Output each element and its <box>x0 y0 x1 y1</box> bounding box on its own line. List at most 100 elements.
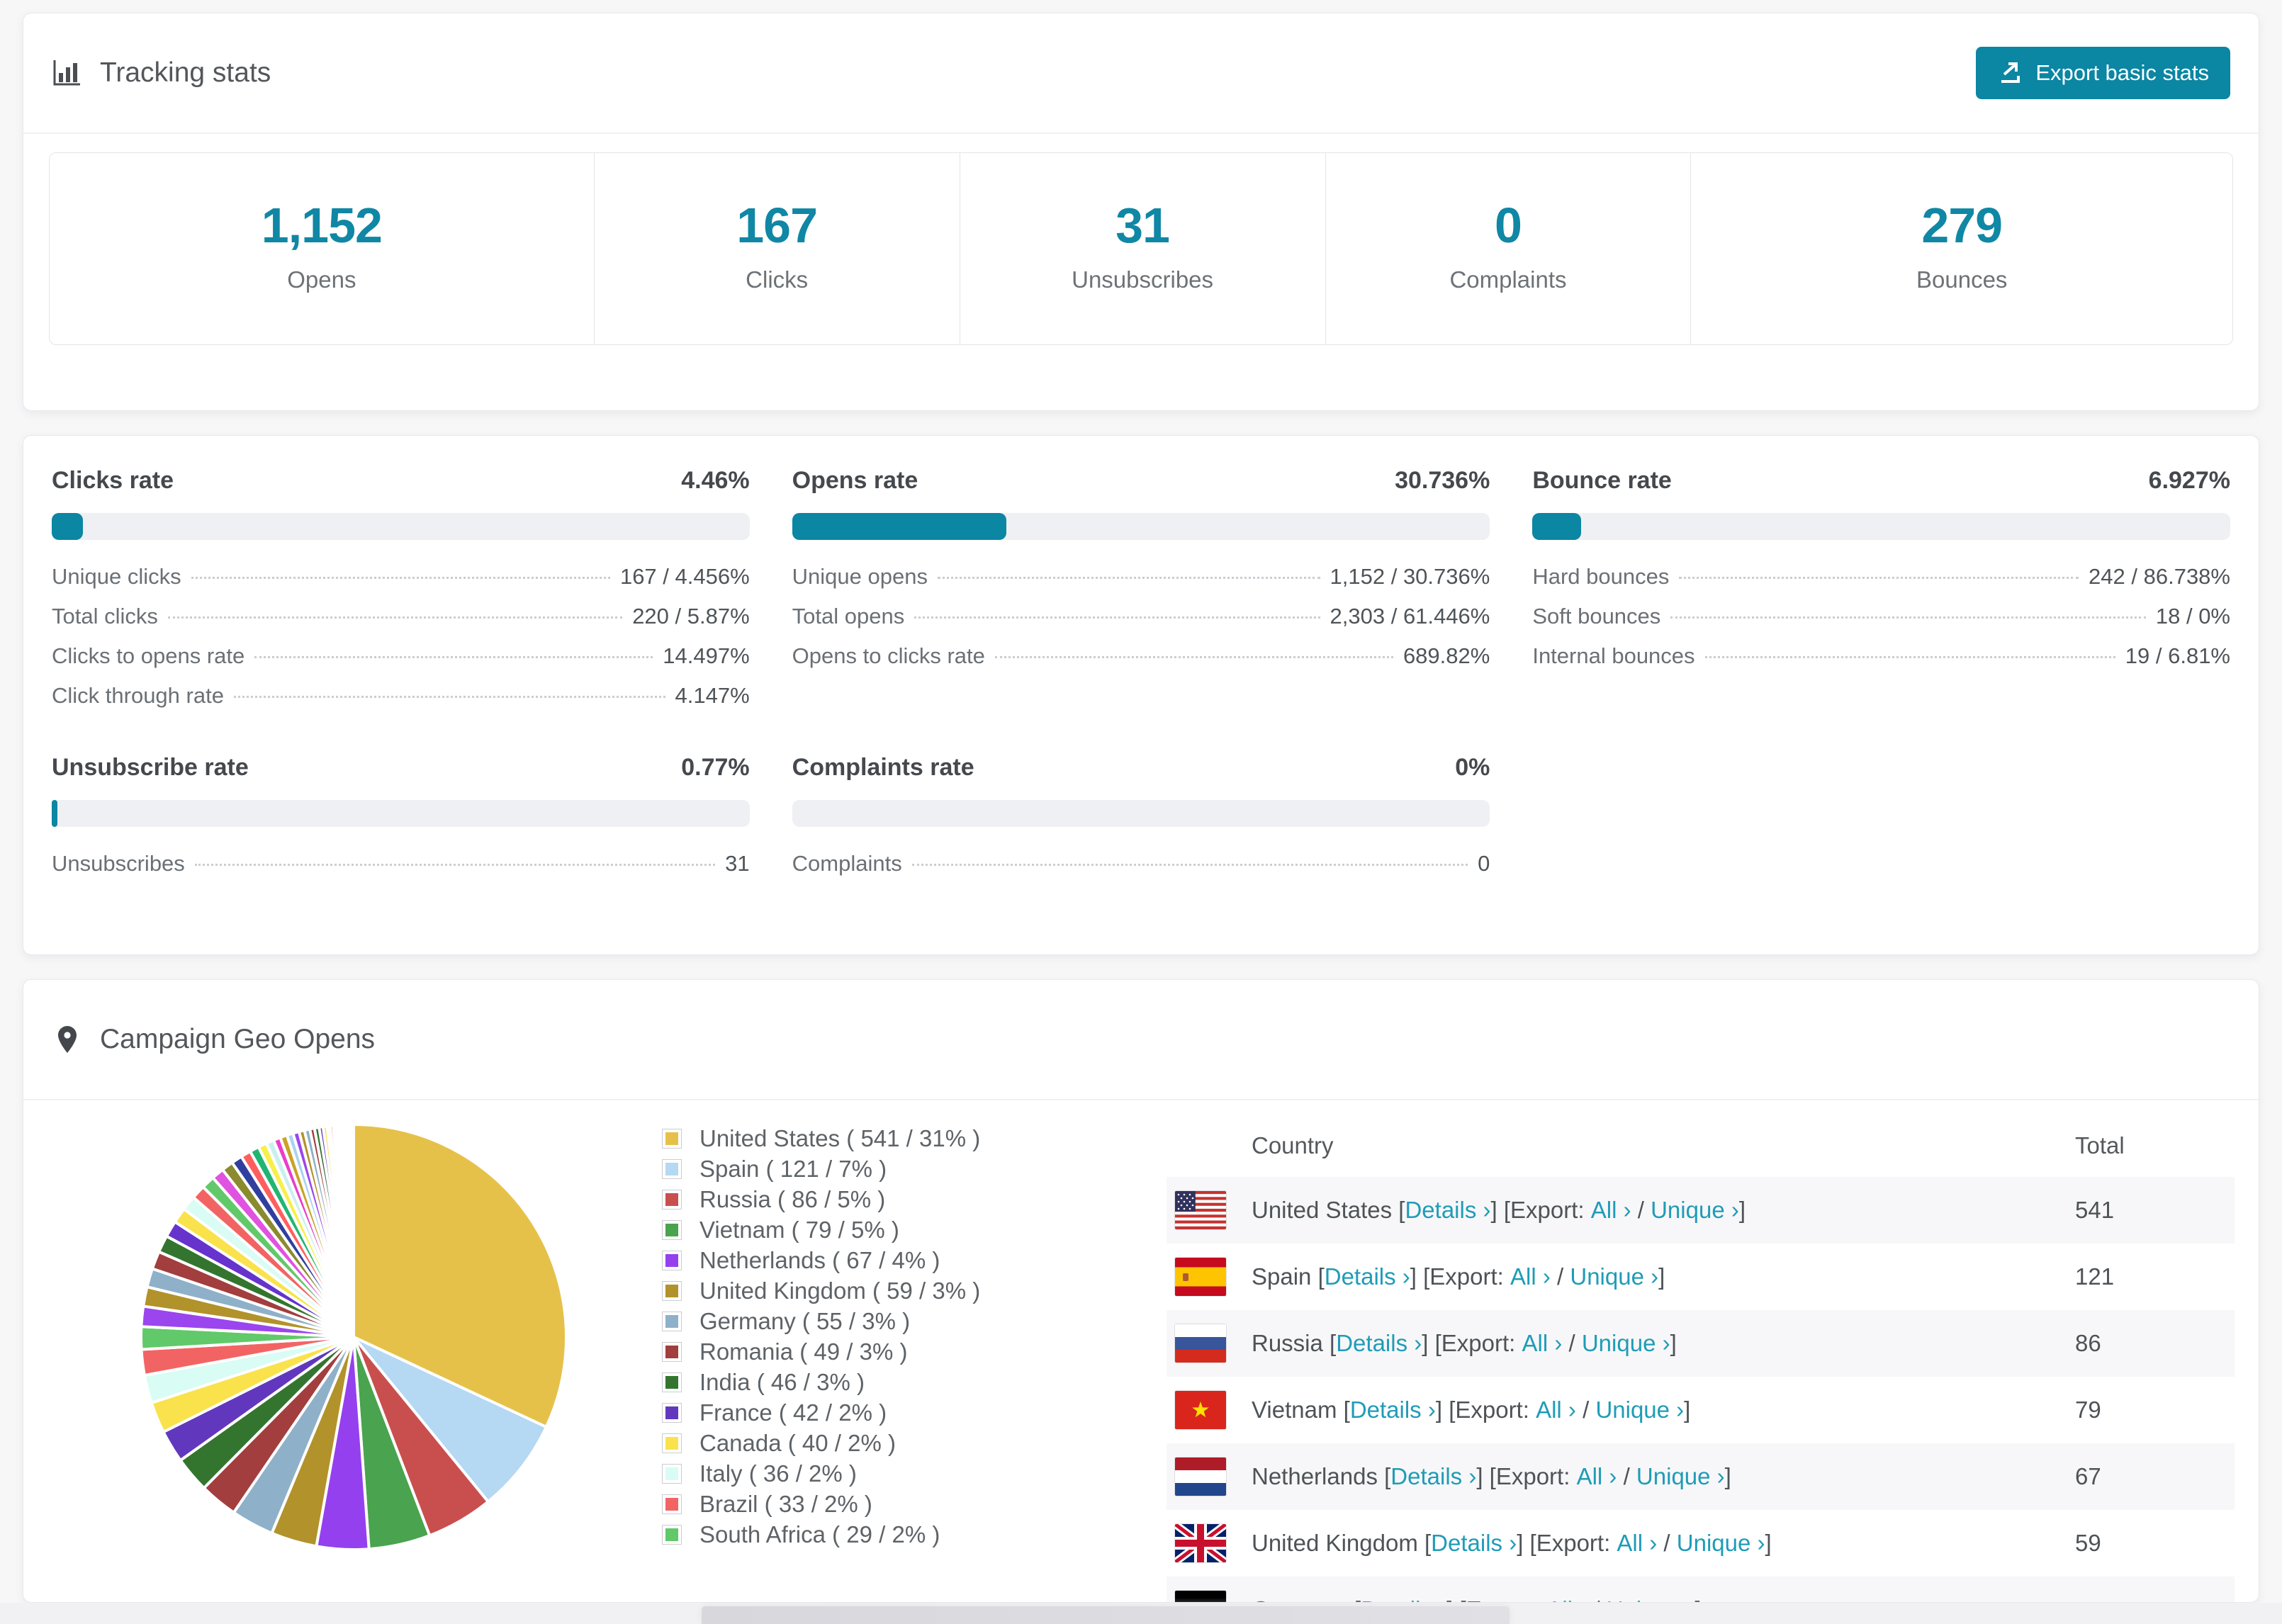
details-link[interactable]: Details › <box>1431 1530 1517 1557</box>
stat-row: Opens to clicks rate 689.82% <box>792 643 1490 683</box>
legend-label: United States ( 541 / 31% ) <box>699 1124 981 1151</box>
stat-label: Opens <box>287 266 356 293</box>
rate-block-clicks: Clicks rate 4.46% Unique clicks 167 / 4.4… <box>52 467 750 723</box>
legend-item[interactable]: Russia ( 86 / 5% ) <box>660 1184 980 1214</box>
legend-label: South Africa ( 29 / 2% ) <box>699 1521 940 1547</box>
rate-block-opens: Opens rate 30.736% Unique opens 1,152 / 3… <box>792 467 1490 723</box>
export-all-link[interactable]: All › <box>1522 1330 1562 1357</box>
export-unique-link[interactable]: Unique › <box>1607 1596 1695 1602</box>
details-link[interactable]: Details › <box>1350 1397 1436 1423</box>
dotted-leader <box>1679 577 2079 579</box>
row-label: Click through rate <box>52 683 224 708</box>
stat-row: Soft bounces 18 / 0% <box>1532 604 2230 643</box>
export-unique-link[interactable]: Unique › <box>1570 1263 1658 1290</box>
legend-swatch <box>662 1494 682 1514</box>
details-link[interactable]: Details › <box>1390 1463 1476 1490</box>
legend-item[interactable]: Canada ( 40 / 2% ) <box>660 1428 980 1458</box>
geo-pie-chart[interactable] <box>135 1119 572 1555</box>
progress-bar <box>792 513 1490 540</box>
tracking-card-header: Tracking stats Export basic stats <box>23 13 2259 134</box>
export-unique-link[interactable]: Unique › <box>1582 1330 1670 1357</box>
legend-item[interactable]: United Kingdom ( 59 / 3% ) <box>660 1275 980 1306</box>
legend-swatch <box>662 1280 682 1301</box>
legend-item[interactable]: India ( 46 / 3% ) <box>660 1367 980 1397</box>
rate-block-unsubscribe: Unsubscribe rate 0.77% Unsubscribes 31 <box>52 754 750 891</box>
export-unique-link[interactable]: Unique › <box>1677 1530 1765 1557</box>
dotted-leader <box>1670 616 2146 619</box>
details-link[interactable]: Details › <box>1325 1263 1410 1290</box>
progress-bar <box>1532 513 2230 540</box>
table-row-spain: Spain [Details ›] [Export: All › / Uniqu… <box>1167 1244 2235 1310</box>
row-value: 19 / 6.81% <box>2125 643 2230 668</box>
legend-item[interactable]: Italy ( 36 / 2% ) <box>660 1458 980 1489</box>
legend-label: Canada ( 40 / 2% ) <box>699 1429 896 1456</box>
row-label: Internal bounces <box>1532 643 1695 668</box>
dotted-leader <box>911 864 1468 866</box>
export-unique-link[interactable]: Unique › <box>1651 1197 1739 1224</box>
details-link[interactable]: Details › <box>1405 1197 1490 1224</box>
row-value: 689.82% <box>1403 643 1490 668</box>
pie-slice[interactable] <box>351 1122 355 1338</box>
page-title: Tracking stats <box>100 57 271 88</box>
dotted-leader <box>191 577 610 579</box>
rates-grid: Clicks rate 4.46% Unique clicks 167 / 4.4… <box>23 436 2259 891</box>
export-all-link[interactable]: All › <box>1577 1463 1617 1490</box>
row-label: Opens to clicks rate <box>792 643 985 668</box>
row-value: 1,152 / 30.736% <box>1330 564 1490 589</box>
row-value: 2,303 / 61.446% <box>1330 604 1490 628</box>
export-basic-stats-button[interactable]: Export basic stats <box>1976 47 2230 99</box>
export-all-link[interactable]: All › <box>1536 1397 1576 1423</box>
export-unique-link[interactable]: Unique › <box>1636 1463 1725 1490</box>
export-all-link[interactable]: All › <box>1546 1596 1587 1602</box>
legend-item[interactable]: Vietnam ( 79 / 5% ) <box>660 1214 980 1245</box>
stat-row: Unique opens 1,152 / 30.736% <box>792 564 1490 604</box>
stat-row: Complaints 0 <box>792 851 1490 891</box>
legend-label: India ( 46 / 3% ) <box>699 1368 865 1395</box>
rates-card: Clicks rate 4.46% Unique clicks 167 / 4.4… <box>23 435 2259 955</box>
row-label: Soft bounces <box>1532 604 1661 628</box>
dotted-leader <box>254 656 653 658</box>
legend-swatch <box>662 1189 682 1209</box>
flag-de-icon <box>1175 1591 1226 1602</box>
legend-label: Romania ( 49 / 3% ) <box>699 1338 908 1365</box>
legend-item[interactable]: Spain ( 121 / 7% ) <box>660 1154 980 1184</box>
legend-item[interactable]: Netherlands ( 67 / 4% ) <box>660 1245 980 1275</box>
stat-value: 167 <box>736 198 818 253</box>
legend-label: Vietnam ( 79 / 5% ) <box>699 1216 899 1243</box>
dotted-leader <box>167 616 623 619</box>
table-row-united-states: United States [Details ›] [Export: All ›… <box>1167 1177 2235 1244</box>
progress-fill <box>1532 513 1581 540</box>
legend-item[interactable]: Brazil ( 33 / 2% ) <box>660 1489 980 1519</box>
progress-bar <box>792 800 1490 827</box>
legend-item[interactable]: United States ( 541 / 31% ) <box>660 1123 980 1154</box>
export-all-link[interactable]: All › <box>1510 1263 1551 1290</box>
tracking-stats-card: Tracking stats Export basic stats 1,152 … <box>23 13 2259 411</box>
export-unique-link[interactable]: Unique › <box>1595 1397 1684 1423</box>
export-icon <box>2001 62 2020 83</box>
legend-swatch <box>662 1311 682 1331</box>
stats-grid: 1,152 Opens 167 Clicks 31 Unsubscribes 0… <box>49 152 2233 345</box>
stat-value: 31 <box>1115 198 1170 253</box>
legend-item[interactable]: Romania ( 49 / 3% ) <box>660 1336 980 1367</box>
row-value: 14.497% <box>663 643 750 668</box>
rate-title: Complaints rate <box>792 754 974 781</box>
legend-swatch <box>662 1158 682 1179</box>
export-all-link[interactable]: All › <box>1591 1197 1631 1224</box>
stat-row: Click through rate 4.147% <box>52 683 750 723</box>
legend-label: Spain ( 121 / 7% ) <box>699 1155 887 1182</box>
details-link[interactable]: Details › <box>1361 1596 1446 1602</box>
stat-box-unsubscribes: 31 Unsubscribes <box>960 153 1326 344</box>
legend-item[interactable]: France ( 42 / 2% ) <box>660 1397 980 1428</box>
export-all-link[interactable]: All › <box>1617 1530 1657 1557</box>
details-link[interactable]: Details › <box>1336 1330 1422 1357</box>
country-name: United States <box>1252 1197 1393 1223</box>
legend-swatch <box>662 1372 682 1392</box>
legend-item[interactable]: Germany ( 55 / 3% ) <box>660 1306 980 1336</box>
map-pin-icon <box>58 1026 77 1053</box>
legend-item[interactable]: South Africa ( 29 / 2% ) <box>660 1519 980 1550</box>
row-label: Total clicks <box>52 604 158 628</box>
dotted-leader <box>914 616 1320 619</box>
horizontal-scrollbar-thumb[interactable] <box>702 1606 1510 1624</box>
flag-es-icon <box>1175 1258 1226 1296</box>
row-label: Complaints <box>792 851 902 876</box>
